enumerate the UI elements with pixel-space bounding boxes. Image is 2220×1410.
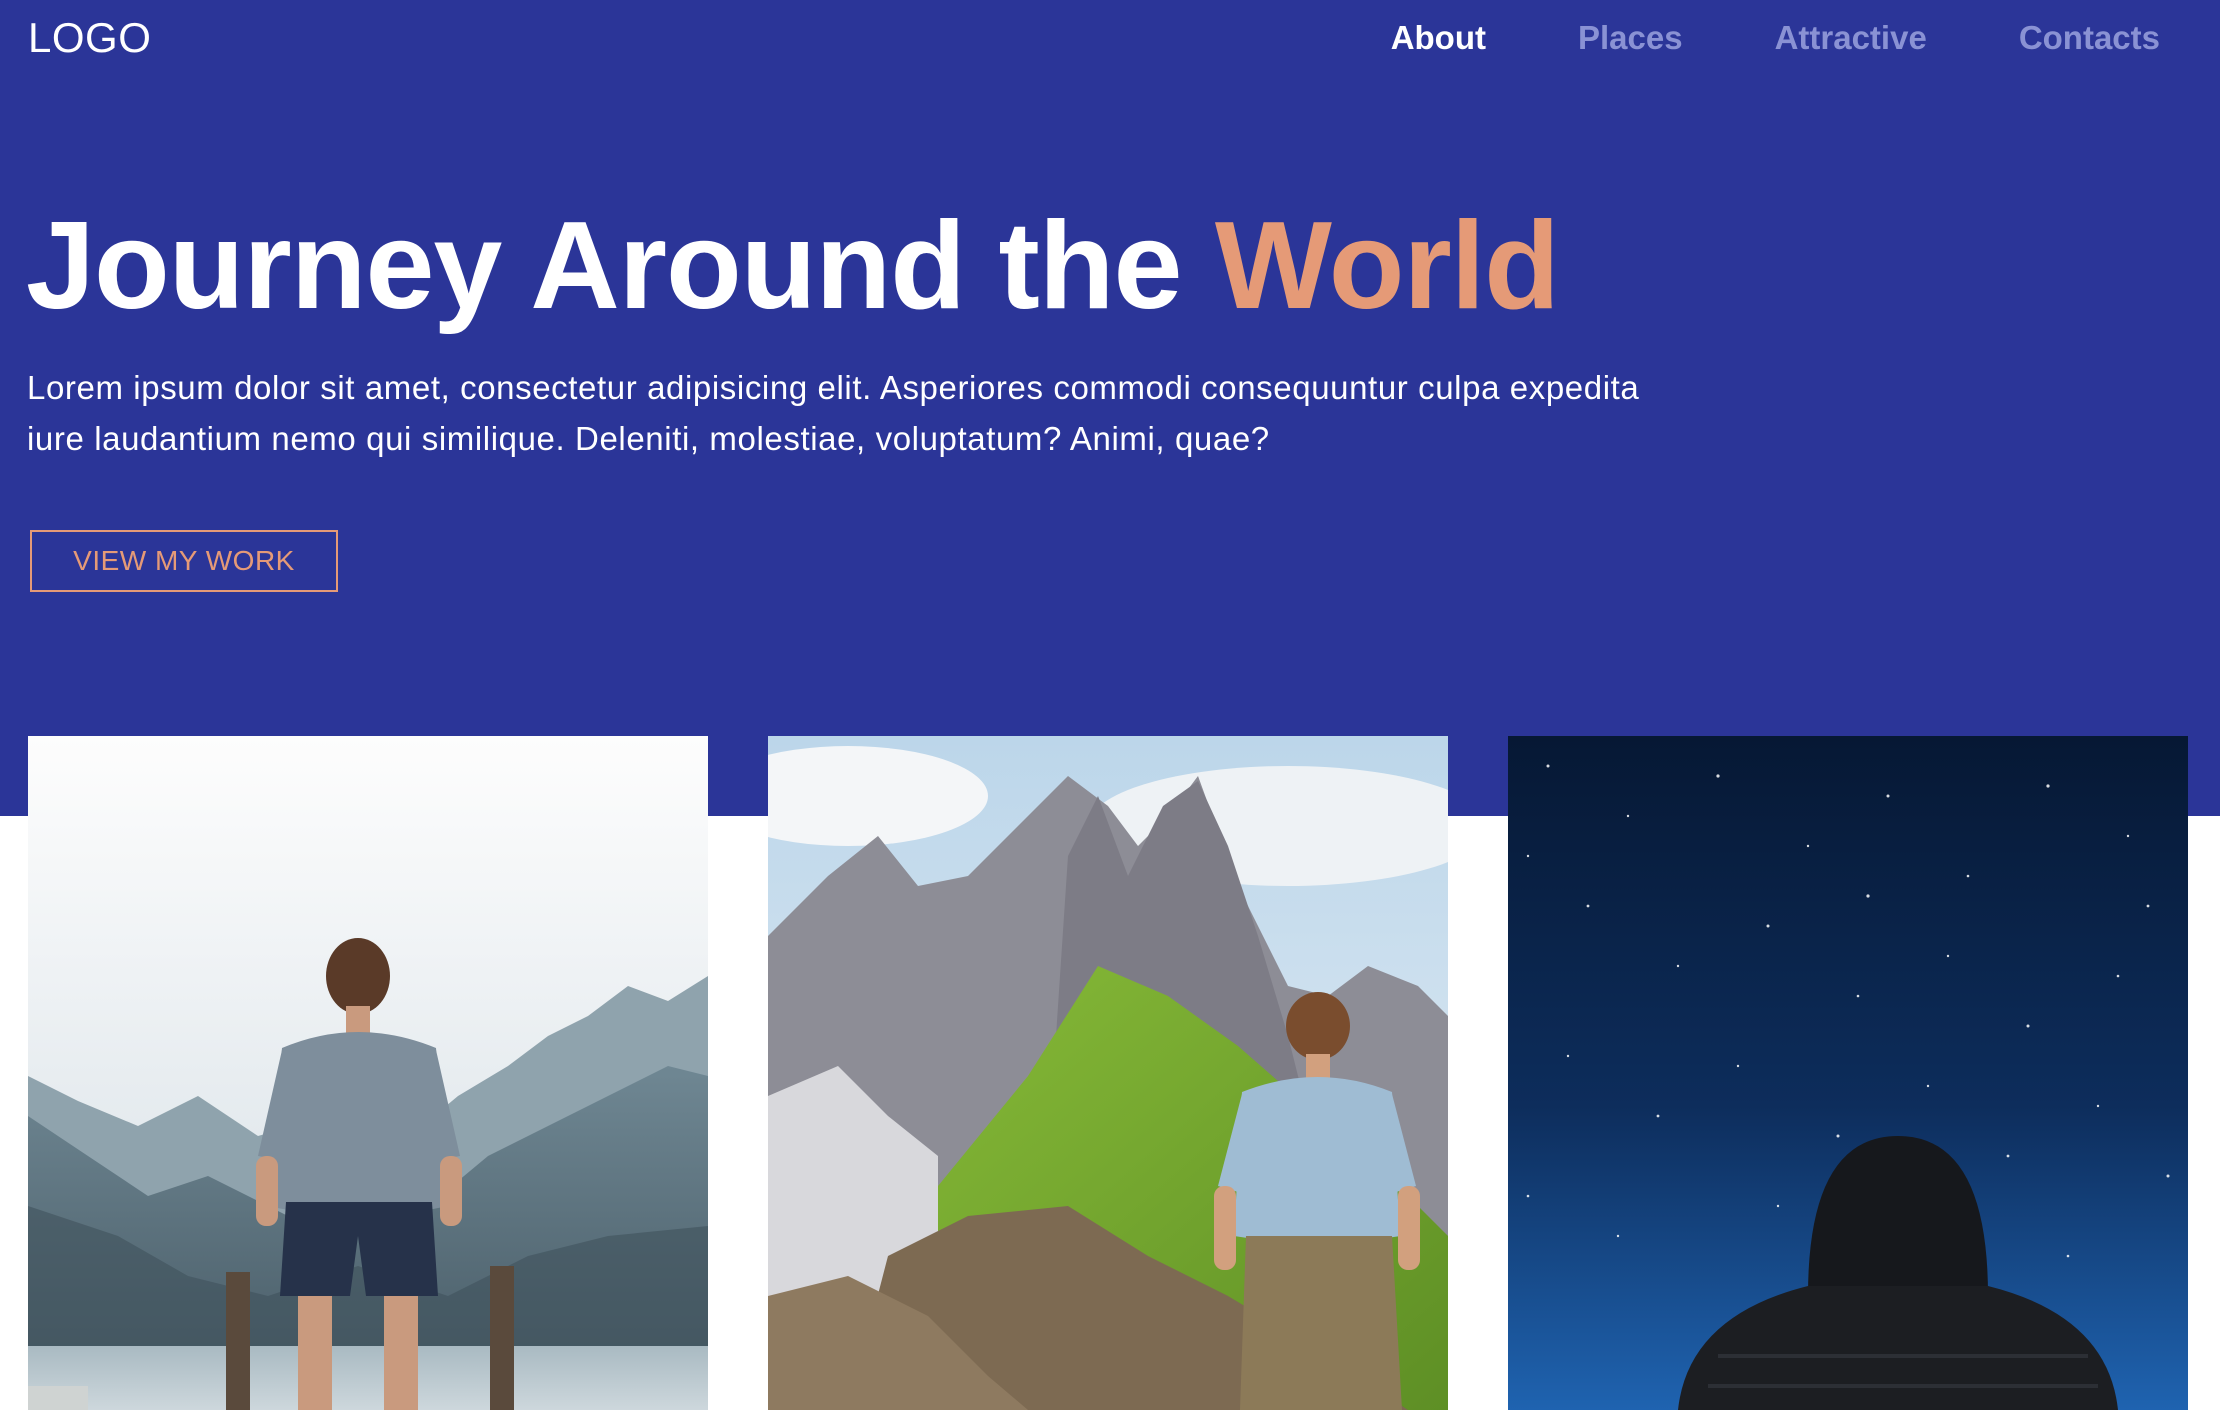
place-card-mountains[interactable]: [768, 736, 1448, 1410]
hero-description: Lorem ipsum dolor sit amet, consectetur …: [27, 369, 1640, 457]
hero-title-accent: World: [1214, 197, 1560, 335]
traveler-facing-rocky-peaks-photo: [768, 736, 1448, 1410]
nav-item-places[interactable]: Places: [1578, 16, 1683, 60]
logo[interactable]: LOGO: [28, 14, 151, 62]
hero-title-main: Journey Around the: [26, 197, 1182, 335]
place-card-lake[interactable]: [28, 736, 708, 1410]
nav-item-about[interactable]: About: [1391, 16, 1486, 60]
main-nav: About Places Attractive Contacts: [1300, 16, 2160, 60]
nav-item-contacts[interactable]: Contacts: [2019, 16, 2160, 60]
traveler-by-mountain-lake-photo: [28, 736, 708, 1410]
landing-page: LOGO About Places Attractive Contacts Jo…: [0, 0, 2220, 1410]
view-my-work-button[interactable]: VIEW MY WORK: [30, 530, 338, 592]
hooded-person-under-night-sky-photo: [1508, 736, 2188, 1410]
nav-item-attractive[interactable]: Attractive: [1775, 16, 1927, 60]
place-card-night-sky[interactable]: [1508, 736, 2188, 1410]
hero-title: Journey Around the World: [26, 192, 1560, 340]
